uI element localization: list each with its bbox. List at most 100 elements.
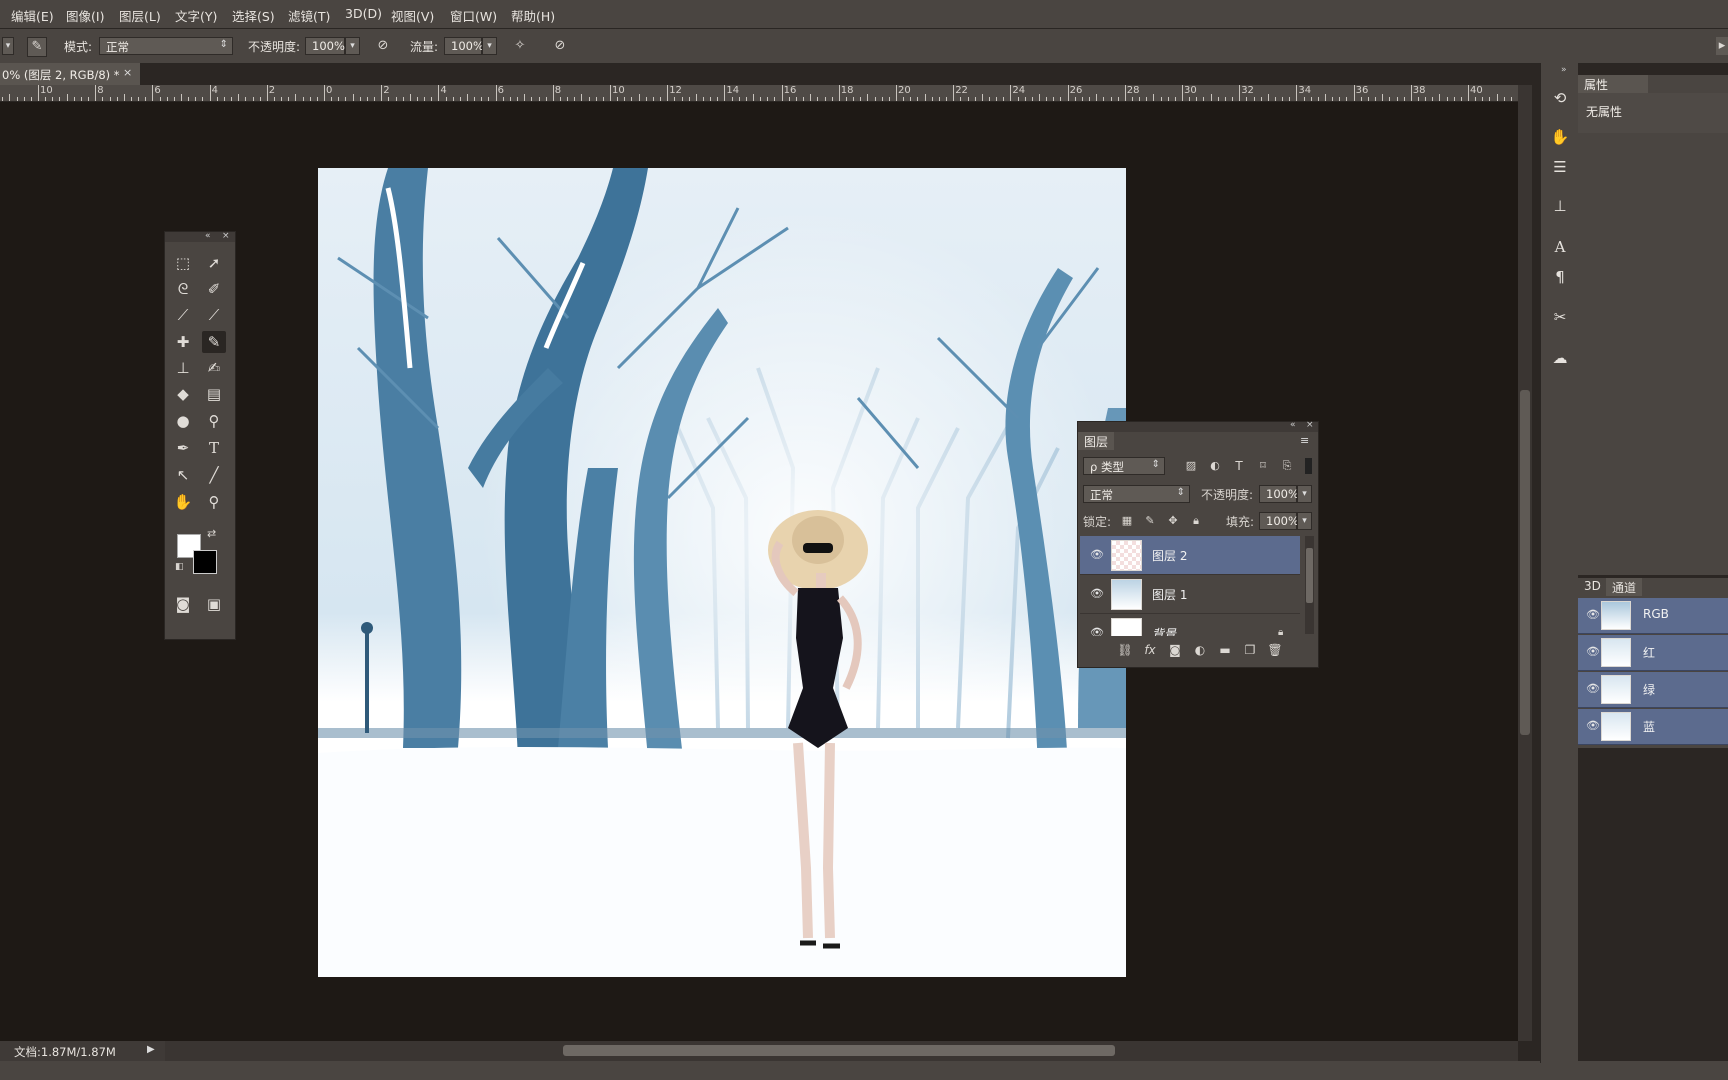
menu-layer[interactable]: 图层(L)	[119, 6, 161, 25]
blur-tool-icon[interactable]: ●	[171, 410, 195, 432]
menu-view[interactable]: 视图(V)	[391, 6, 434, 25]
horizontal-scroll-thumb[interactable]	[563, 1045, 1115, 1056]
menu-3d[interactable]: 3D(D)	[345, 6, 382, 21]
gradient-tool-icon[interactable]: ▤	[202, 383, 226, 405]
fill-slider[interactable]: ▾	[1297, 512, 1312, 530]
adjustment-layer-icon[interactable]: ◐	[1191, 643, 1209, 659]
layer-opacity-slider[interactable]: ▾	[1297, 485, 1312, 503]
layers-scroll-thumb[interactable]	[1306, 548, 1313, 603]
tab-3d[interactable]: 3D	[1578, 578, 1607, 596]
filter-shape-icon[interactable]: ⌑	[1254, 457, 1272, 475]
quick-mask-icon[interactable]: ◙	[171, 593, 195, 615]
vertical-scroll-thumb[interactable]	[1520, 390, 1530, 735]
dodge-tool-icon[interactable]: ⚲	[202, 410, 226, 432]
eraser-tool-icon[interactable]: ◆	[171, 383, 195, 405]
layers-panel-header[interactable]	[1078, 422, 1318, 432]
tab-channels[interactable]: 通道	[1606, 578, 1643, 596]
history-brush-tool-icon[interactable]: ✍	[202, 357, 226, 379]
visibility-eye-icon[interactable]: 👁︎	[1586, 682, 1600, 695]
move-tool-icon[interactable]: ➚	[202, 252, 226, 274]
lasso-tool-icon[interactable]: ᘓ	[171, 278, 195, 300]
type-tool-icon[interactable]: T	[202, 437, 226, 459]
zoom-tool-icon[interactable]: ⚲	[202, 491, 226, 513]
new-layer-icon[interactable]: ❐	[1241, 643, 1259, 659]
path-select-tool-icon[interactable]: ↖	[171, 464, 195, 486]
screen-mode-icon[interactable]: ▣	[202, 593, 226, 615]
document-image[interactable]	[318, 168, 1126, 977]
paragraph-icon[interactable]: ¶	[1550, 267, 1570, 287]
lock-all-icon[interactable]: 🔒︎	[1187, 512, 1205, 530]
tool-preset-dropdown[interactable]: ▾	[2, 37, 14, 55]
close-panel-icon[interactable]: ×	[1306, 420, 1314, 430]
clone-source-icon[interactable]: ⊥	[1550, 196, 1570, 216]
character-icon[interactable]: A	[1550, 237, 1570, 257]
brush-presets-icon[interactable]: ✋	[1550, 127, 1570, 147]
background-color-swatch[interactable]	[193, 550, 217, 574]
menu-filter[interactable]: 滤镜(T)	[288, 6, 330, 25]
opacity-input[interactable]: 100%	[305, 37, 345, 55]
lock-position-icon[interactable]: ✥	[1164, 512, 1182, 530]
close-icon[interactable]: ×	[123, 66, 132, 79]
pen-tool-icon[interactable]: ✒	[171, 437, 195, 459]
panel-menu-icon[interactable]: ≡	[1300, 434, 1309, 447]
new-group-icon[interactable]: ▬	[1216, 643, 1234, 659]
filter-toggle[interactable]	[1305, 458, 1312, 474]
layers-scrollbar[interactable]	[1305, 536, 1314, 634]
airbrush-icon[interactable]: ✧	[511, 37, 529, 55]
layer-filter-select[interactable]: ρ 类型 ⇕	[1083, 457, 1165, 475]
channel-row[interactable]: 👁︎ 蓝	[1578, 709, 1728, 745]
visibility-eye-icon[interactable]: 👁︎	[1090, 548, 1104, 561]
flow-input[interactable]: 100%	[444, 37, 484, 55]
menu-edit[interactable]: 编辑(E)	[11, 6, 54, 25]
flow-slider-button[interactable]: ▾	[482, 37, 497, 55]
menu-image[interactable]: 图像(I)	[66, 6, 104, 25]
creative-cloud-icon[interactable]: ☁	[1550, 348, 1570, 368]
visibility-eye-icon[interactable]: 👁︎	[1586, 608, 1600, 621]
eyedropper-tool-icon[interactable]: ⟋	[202, 304, 226, 326]
visibility-eye-icon[interactable]: 👁︎	[1090, 587, 1104, 600]
status-menu-arrow-icon[interactable]: ▶	[147, 1044, 155, 1055]
default-colors-icon[interactable]: ◧	[175, 562, 184, 572]
close-panel-icon[interactable]: ×	[222, 231, 230, 241]
filter-type-icon[interactable]: T	[1230, 457, 1248, 475]
opacity-slider-button[interactable]: ▾	[345, 37, 360, 55]
visibility-eye-icon[interactable]: 👁︎	[1586, 719, 1600, 732]
brush-tool-icon[interactable]: ✎	[202, 331, 226, 353]
layer-row[interactable]: 👁︎ 图层 2	[1080, 536, 1300, 575]
collapse-icon[interactable]: «	[205, 231, 211, 241]
filter-smart-object-icon[interactable]: ⎘	[1278, 457, 1296, 475]
quick-select-tool-icon[interactable]: ✐	[202, 278, 226, 300]
layer-style-icon[interactable]: fx	[1141, 643, 1159, 659]
history-icon[interactable]: ⟲	[1550, 88, 1570, 108]
pressure-opacity-icon[interactable]: ⊘	[374, 37, 392, 55]
add-mask-icon[interactable]: ◙	[1166, 643, 1184, 659]
healing-brush-tool-icon[interactable]: ✚	[171, 331, 195, 353]
delete-layer-icon[interactable]: 🗑︎	[1266, 643, 1284, 659]
pressure-size-icon[interactable]: ⊘	[551, 37, 569, 55]
hand-tool-icon[interactable]: ✋	[171, 491, 195, 513]
visibility-eye-icon[interactable]: 👁︎	[1586, 645, 1600, 658]
lock-pixels-icon[interactable]: ✎	[1141, 512, 1159, 530]
collapse-icon[interactable]: «	[1290, 420, 1296, 430]
layer-row[interactable]: 👁︎ 图层 1	[1080, 575, 1300, 614]
lock-transparent-icon[interactable]: ▦	[1118, 512, 1136, 530]
menu-type[interactable]: 文字(Y)	[175, 6, 217, 25]
layers-tab[interactable]: 图层	[1078, 432, 1114, 450]
visibility-eye-icon[interactable]: 👁︎	[1090, 626, 1104, 636]
crop-tool-icon[interactable]: ⟋	[171, 304, 195, 326]
channel-row[interactable]: 👁︎ 红	[1578, 635, 1728, 671]
clone-stamp-tool-icon[interactable]: ⊥	[171, 357, 195, 379]
layer-opacity-input[interactable]: 100%	[1259, 485, 1299, 503]
tool-presets-icon[interactable]: ✂	[1550, 307, 1570, 327]
document-tab[interactable]: 0% (图层 2, RGB/8) * ×	[0, 63, 141, 85]
channel-row[interactable]: 👁︎ 绿	[1578, 672, 1728, 708]
fill-input[interactable]: 100%	[1259, 512, 1299, 530]
menu-window[interactable]: 窗口(W)	[450, 6, 497, 25]
brush-panel-icon[interactable]: ✎	[27, 37, 47, 57]
mode-select[interactable]: 正常 ⇕	[99, 37, 233, 55]
channel-row[interactable]: 👁︎ RGB	[1578, 598, 1728, 634]
adjustments-icon[interactable]: ☰	[1550, 157, 1570, 177]
filter-pixel-icon[interactable]: ▨	[1182, 457, 1200, 475]
marquee-tool-icon[interactable]: ⬚	[171, 252, 195, 274]
menu-select[interactable]: 选择(S)	[232, 6, 275, 25]
